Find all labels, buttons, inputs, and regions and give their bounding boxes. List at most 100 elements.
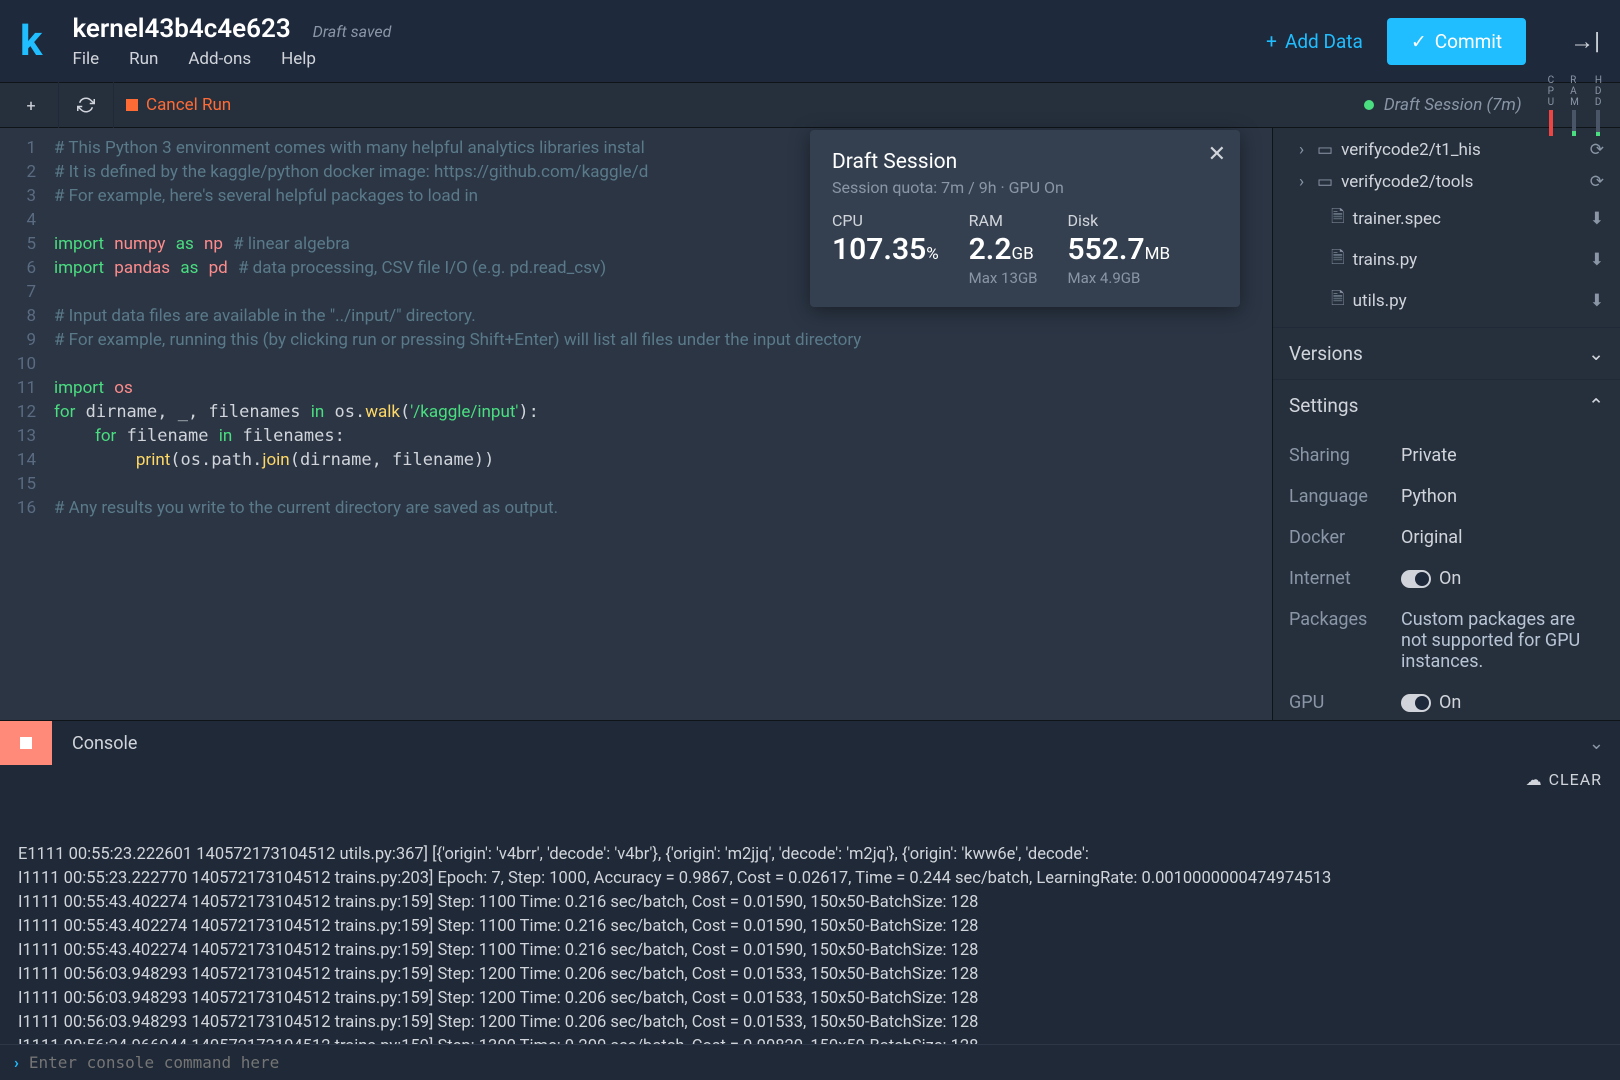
file-trainer.spec[interactable]: 🗎trainer.spec⬇ — [1273, 198, 1620, 239]
separator — [113, 82, 114, 128]
settings-panel-header[interactable]: Settings ⌃ — [1273, 379, 1620, 431]
file-trains.py[interactable]: 🗎 trains.py ⬇ — [1273, 239, 1620, 280]
file-label: trains.py — [1353, 250, 1418, 270]
session-popup: ✕ Draft Session Session quota: 7m / 9h ·… — [810, 130, 1240, 307]
menubar: File Run Add-ons Help — [72, 49, 1266, 69]
prompt-icon: › — [14, 1053, 19, 1072]
file-label: verifycode2/tools — [1341, 172, 1473, 192]
chevron-up-icon: ⌃ — [1588, 394, 1604, 417]
chevron-right-icon: › — [1299, 172, 1313, 192]
download-icon[interactable]: ⬇ — [1590, 250, 1604, 270]
settings-label: Settings — [1289, 394, 1358, 417]
meter-ram[interactable]: RAM — [1570, 75, 1579, 136]
file-tree: ›▭ verifycode2/t1_his ⟳ ›▭ verifycode2/tools… — [1273, 128, 1620, 327]
add-data-button[interactable]: + Add Data — [1266, 30, 1363, 53]
cancel-run-button[interactable]: Cancel Run — [126, 95, 231, 115]
resource-meters: CPU RAM HDD — [1540, 75, 1610, 136]
console-title: Console — [52, 733, 137, 754]
console-stop-button[interactable] — [0, 721, 52, 765]
chevron-right-icon: › — [1299, 140, 1313, 160]
console-line: I1111 00:55:43.402274 140572173104512 tr… — [18, 939, 1602, 963]
menu-run[interactable]: Run — [129, 49, 158, 69]
file-label: trainer.spec — [1353, 209, 1441, 229]
file-utils.py[interactable]: 🗎 utils.py ⬇ — [1273, 280, 1620, 321]
stop-icon — [20, 737, 32, 749]
menu-file[interactable]: File — [72, 49, 99, 69]
internet-toggle[interactable]: On — [1401, 568, 1604, 589]
meter-cpu[interactable]: CPU — [1548, 75, 1555, 136]
check-icon: ✓ — [1411, 30, 1427, 53]
gpu-value: On — [1439, 692, 1461, 713]
session-status[interactable]: Draft Session (7m) — [1364, 95, 1522, 115]
packages-label: Packages — [1289, 609, 1401, 672]
add-cell-button[interactable]: + — [16, 90, 46, 120]
cancel-run-label: Cancel Run — [146, 95, 231, 115]
download-icon[interactable]: ⬇ — [1590, 291, 1604, 311]
close-icon[interactable]: ✕ — [1208, 142, 1226, 167]
collapse-sidebar-icon[interactable]: →| — [1570, 27, 1600, 56]
language-value[interactable]: Python — [1401, 486, 1604, 507]
settings-body: SharingPrivate LanguagePython DockerOrig… — [1273, 431, 1620, 720]
console-input-row: › — [0, 1044, 1620, 1080]
console-output[interactable]: ☁CLEAR E1111 00:55:23.222601 14057217310… — [0, 765, 1620, 1044]
popup-subtitle: Session quota: 7m / 9h · GPU On — [832, 178, 1218, 197]
draft-saved-label: Draft saved — [313, 22, 392, 41]
session-label: Draft Session (7m) — [1384, 95, 1522, 115]
refresh-icon[interactable]: ⟳ — [1590, 140, 1604, 160]
console-line: I1111 00:56:03.948293 140572173104512 tr… — [18, 1011, 1602, 1035]
clear-console-button[interactable]: ☁CLEAR — [1526, 768, 1602, 792]
kernel-title[interactable]: kernel43b4c4e623 — [72, 14, 290, 44]
console-line: I1111 00:55:43.402274 140572173104512 tr… — [18, 891, 1602, 915]
meter-hdd[interactable]: HDD — [1595, 75, 1602, 136]
sharing-value[interactable]: Private — [1401, 445, 1604, 466]
kaggle-logo[interactable]: k — [20, 17, 42, 66]
menu-addons[interactable]: Add-ons — [188, 49, 251, 69]
file-icon: 🗎 — [1331, 245, 1345, 274]
menu-help[interactable]: Help — [281, 49, 316, 69]
restart-button[interactable] — [71, 90, 101, 120]
console-input[interactable] — [29, 1053, 1606, 1072]
stat-ram: RAM2.2GBMax 13GB — [969, 211, 1038, 287]
internet-value: On — [1439, 568, 1461, 589]
topbar: k kernel43b4c4e623 Draft saved File Run … — [0, 0, 1620, 82]
popup-title: Draft Session — [832, 150, 1218, 174]
docker-label: Docker — [1289, 527, 1401, 548]
gpu-toggle[interactable]: On — [1401, 692, 1604, 713]
versions-label: Versions — [1289, 342, 1363, 365]
gpu-label: GPU — [1289, 692, 1401, 713]
download-icon[interactable]: ⬇ — [1590, 209, 1604, 229]
sharing-label: Sharing — [1289, 445, 1401, 466]
console-line: I1111 00:56:03.948293 140572173104512 tr… — [18, 963, 1602, 987]
language-label: Language — [1289, 486, 1401, 507]
folder-icon: ▭ — [1317, 172, 1333, 192]
refresh-icon[interactable]: ⟳ — [1590, 172, 1604, 192]
docker-value[interactable]: Original — [1401, 527, 1604, 548]
stat-cpu: CPU107.35% — [832, 211, 939, 287]
chevron-down-icon: ⌄ — [1588, 342, 1604, 365]
versions-panel-header[interactable]: Versions ⌄ — [1273, 327, 1620, 379]
console-collapse-icon[interactable]: ⌄ — [1573, 733, 1620, 754]
file-verifycode2/t1_his[interactable]: ›▭ verifycode2/t1_his ⟳ — [1273, 134, 1620, 166]
stat-disk: Disk552.7MBMax 4.9GB — [1068, 211, 1171, 287]
commit-label: Commit — [1435, 30, 1502, 53]
console-panel: Console ⌄ ☁CLEAR E1111 00:55:23.222601 1… — [0, 720, 1620, 1080]
status-dot-icon — [1364, 100, 1374, 110]
line-gutter: 12345678910111213141516 — [0, 128, 46, 720]
console-line: I1111 00:56:03.948293 140572173104512 tr… — [18, 987, 1602, 1011]
console-line: I1111 00:55:23.222770 140572173104512 tr… — [18, 867, 1602, 891]
file-icon: 🗎 — [1331, 286, 1345, 315]
console-line: I1111 00:55:43.402274 140572173104512 tr… — [18, 915, 1602, 939]
file-label: verifycode2/t1_his — [1341, 140, 1481, 160]
cloud-icon: ☁ — [1526, 768, 1543, 792]
toolbar: + Cancel Run Draft Session (7m) CPURAMHD… — [0, 82, 1620, 128]
console-line: E1111 00:55:23.222601 140572173104512 ut… — [18, 843, 1602, 867]
sidebar: ›▭ verifycode2/t1_his ⟳ ›▭ verifycode2/tools… — [1272, 128, 1620, 720]
commit-button[interactable]: ✓ Commit — [1387, 18, 1526, 65]
separator — [58, 82, 59, 128]
add-data-label: Add Data — [1285, 30, 1363, 53]
plus-icon: + — [1266, 30, 1277, 53]
file-verifycode2/tools[interactable]: ›▭ verifycode2/tools ⟳ — [1273, 166, 1620, 198]
folder-icon: ▭ — [1317, 140, 1333, 160]
file-label: utils.py — [1353, 291, 1407, 311]
internet-label: Internet — [1289, 568, 1401, 589]
